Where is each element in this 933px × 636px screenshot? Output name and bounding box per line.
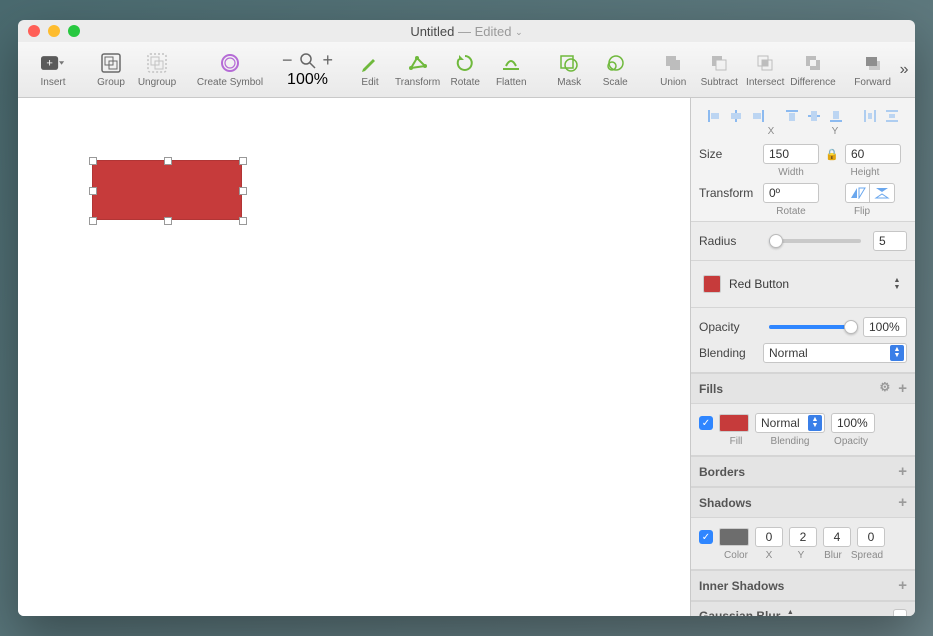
stepper-icon[interactable]: ▲▼ xyxy=(891,276,903,292)
scale-button[interactable]: Scale xyxy=(594,51,636,88)
chevron-updown-icon[interactable]: ▲▼ xyxy=(784,608,796,616)
align-top-icon[interactable] xyxy=(783,108,801,124)
fill-color-swatch[interactable] xyxy=(719,414,749,432)
align-vcenter-icon[interactable] xyxy=(805,108,823,124)
fill-checkbox[interactable]: ✓ xyxy=(699,416,713,430)
transform-button[interactable]: Transform xyxy=(395,51,440,88)
flatten-button[interactable]: Flatten xyxy=(490,51,532,88)
add-inner-shadow-icon[interactable]: + xyxy=(898,577,907,594)
difference-icon xyxy=(801,51,825,75)
add-shadow-icon[interactable]: + xyxy=(898,494,907,511)
opacity-input[interactable] xyxy=(863,317,907,337)
align-left-icon[interactable] xyxy=(705,108,723,124)
insert-button[interactable]: + Insert xyxy=(32,51,74,88)
toolbar: + Insert Group Ungroup Create Symbol xyxy=(18,42,915,98)
align-right-icon[interactable] xyxy=(749,108,767,124)
distribute-h-icon[interactable] xyxy=(861,108,879,124)
edit-button[interactable]: Edit xyxy=(349,51,391,88)
shadow-y-input[interactable] xyxy=(789,527,817,547)
flip-h-icon[interactable] xyxy=(846,184,870,202)
zoom-out-icon[interactable]: − xyxy=(282,50,293,71)
zoom-in-icon[interactable]: + xyxy=(323,50,334,71)
width-input[interactable] xyxy=(763,144,819,164)
blending-label: Blending xyxy=(699,346,757,360)
inspector: XY Size 🔒 WidthHeight Transform xyxy=(691,98,915,616)
flip-segment[interactable] xyxy=(845,183,895,203)
rotate-button[interactable]: Rotate xyxy=(444,51,486,88)
shadows-header: Shadows+ xyxy=(691,487,915,518)
shadow-color-swatch[interactable] xyxy=(719,528,749,546)
shadow-spread-input[interactable] xyxy=(857,527,885,547)
doc-title: Untitled xyxy=(410,24,454,39)
pencil-icon xyxy=(358,51,382,75)
distribute-v-icon[interactable] xyxy=(883,108,901,124)
layer-swatch-icon xyxy=(703,275,721,293)
align-hcenter-icon[interactable] xyxy=(727,108,745,124)
radius-label: Radius xyxy=(699,234,757,248)
blending-select[interactable]: Normal▲▼ xyxy=(763,343,907,363)
rotate-icon xyxy=(453,51,477,75)
intersect-button[interactable]: Intersect xyxy=(744,51,786,88)
gear-icon[interactable]: ⚙ xyxy=(879,380,890,397)
doc-status: Edited xyxy=(475,24,512,39)
height-input[interactable] xyxy=(845,144,901,164)
fill-opacity-input[interactable] xyxy=(831,413,875,433)
rotate-input[interactable] xyxy=(763,183,819,203)
create-symbol-button[interactable]: Create Symbol xyxy=(194,51,266,88)
layer-name-row[interactable]: Red Button ▲▼ xyxy=(699,267,907,301)
lock-icon[interactable]: 🔒 xyxy=(825,147,839,161)
union-icon xyxy=(661,51,685,75)
forward-icon xyxy=(861,51,885,75)
ungroup-button[interactable]: Ungroup xyxy=(136,51,178,88)
gaussian-checkbox[interactable] xyxy=(893,609,907,616)
scale-icon xyxy=(603,51,627,75)
group-button[interactable]: Group xyxy=(90,51,132,88)
axis-x-label: X xyxy=(768,126,775,137)
forward-button[interactable]: Forward xyxy=(852,51,894,88)
fills-header: Fills ⚙+ xyxy=(691,373,915,404)
shadow-blur-input[interactable] xyxy=(823,527,851,547)
axis-y-label: Y xyxy=(832,126,839,137)
radius-slider[interactable] xyxy=(769,239,861,243)
transform-label: Transform xyxy=(699,186,757,200)
flip-v-icon[interactable] xyxy=(870,184,894,202)
shadow-x-input[interactable] xyxy=(755,527,783,547)
group-icon xyxy=(99,51,123,75)
canvas[interactable] xyxy=(18,98,691,616)
shadow-checkbox[interactable]: ✓ xyxy=(699,530,713,544)
magnifier-icon xyxy=(299,52,317,70)
align-bottom-icon[interactable] xyxy=(827,108,845,124)
opacity-slider[interactable] xyxy=(769,325,851,329)
ungroup-icon xyxy=(145,51,169,75)
inner-shadows-header: Inner Shadows+ xyxy=(691,570,915,601)
layer-name: Red Button xyxy=(729,277,789,291)
selected-shape[interactable] xyxy=(92,160,242,220)
mask-button[interactable]: Mask xyxy=(548,51,590,88)
titlebar: Untitled — Edited ⌄ xyxy=(18,20,915,42)
add-border-icon[interactable]: + xyxy=(898,463,907,480)
chevron-down-icon: ⌄ xyxy=(515,27,523,37)
symbol-icon xyxy=(218,51,242,75)
mask-icon xyxy=(557,51,581,75)
union-button[interactable]: Union xyxy=(652,51,694,88)
subtract-icon xyxy=(707,51,731,75)
align-controls xyxy=(699,104,907,124)
difference-button[interactable]: Difference xyxy=(790,51,835,88)
size-label: Size xyxy=(699,147,757,161)
gaussian-blur-header: Gaussian Blur▲▼ xyxy=(691,601,915,616)
subtract-button[interactable]: Subtract xyxy=(698,51,740,88)
flatten-icon xyxy=(499,51,523,75)
fill-blend-select[interactable]: Normal▲▼ xyxy=(755,413,825,433)
borders-header: Borders+ xyxy=(691,456,915,487)
zoom-control[interactable]: − + 100% xyxy=(282,50,333,89)
intersect-icon xyxy=(753,51,777,75)
opacity-label: Opacity xyxy=(699,320,757,334)
transform-icon xyxy=(406,51,430,75)
toolbar-overflow-icon[interactable]: » xyxy=(900,59,909,81)
app-window: Untitled — Edited ⌄ + Insert Group Ungro… xyxy=(18,20,915,616)
window-title[interactable]: Untitled — Edited ⌄ xyxy=(18,24,915,39)
svg-text:+: + xyxy=(46,57,53,69)
add-fill-icon[interactable]: + xyxy=(898,380,907,397)
radius-input[interactable] xyxy=(873,231,907,251)
